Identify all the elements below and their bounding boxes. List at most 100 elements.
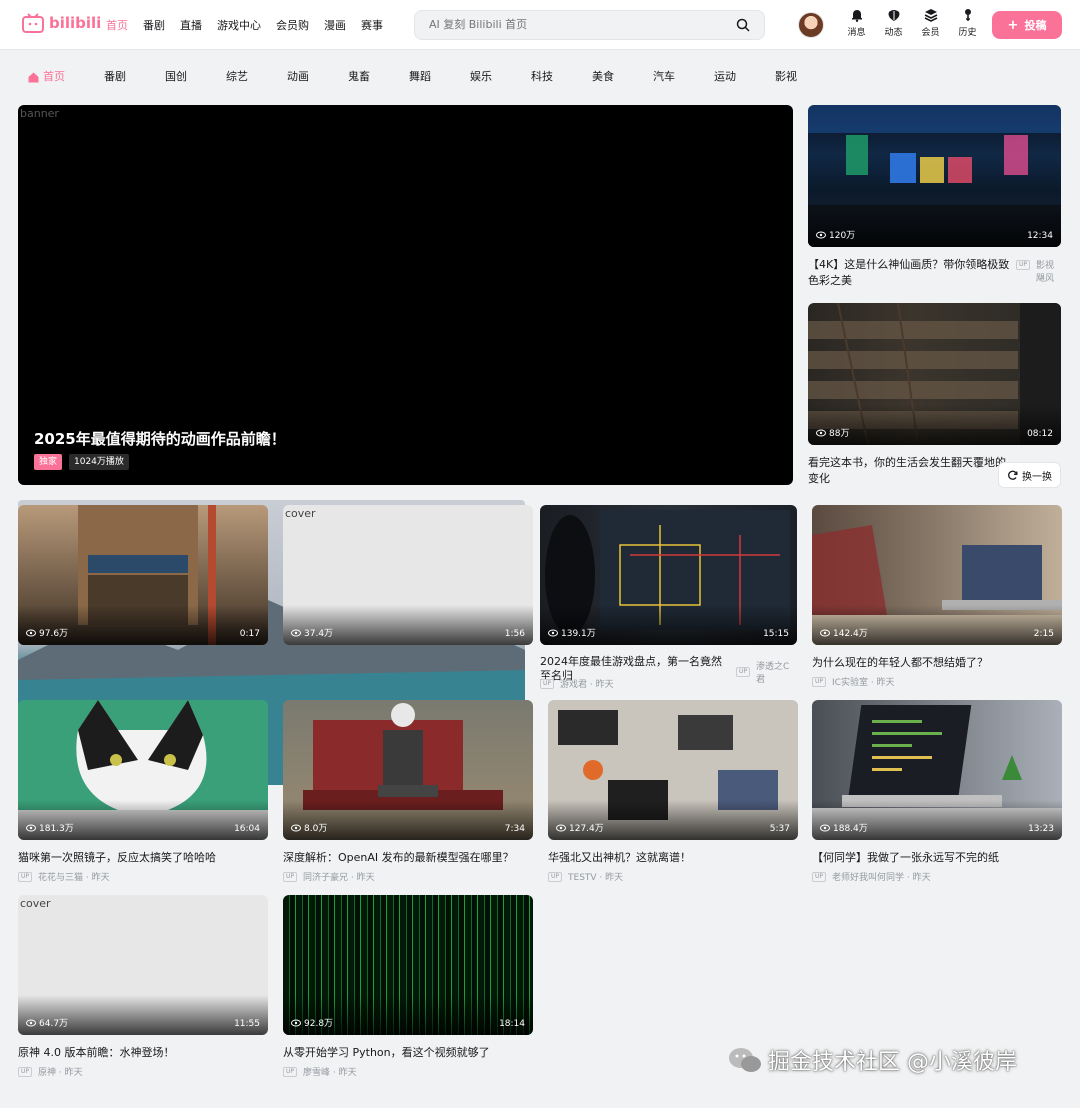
- video-title[interactable]: 看完这本书，你的生活会发生翻天覆地的变化: [808, 455, 1013, 487]
- view-count: 88万: [816, 426, 849, 439]
- nav-home[interactable]: 首页: [106, 17, 128, 33]
- video-card[interactable]: 127.4万 5:37 华强北又出神机？这就离谱！ UP TESTV · 昨天: [548, 700, 798, 883]
- video-meta[interactable]: UP 廖雪峰 · 昨天: [283, 1065, 533, 1078]
- views-text: 97.6万: [39, 629, 69, 639]
- search-input[interactable]: [429, 18, 729, 31]
- video-meta[interactable]: UP 原神 · 昨天: [18, 1065, 268, 1078]
- search-box: [414, 10, 765, 40]
- video-thumbnail[interactable]: 181.3万 16:04: [18, 700, 268, 840]
- history-icon: [964, 9, 971, 21]
- video-thumbnail[interactable]: 188.4万 13:23: [812, 700, 1062, 840]
- nav-match[interactable]: 赛事: [361, 17, 383, 33]
- category-dance[interactable]: 舞蹈: [399, 64, 441, 90]
- meta-text: 花花与三猫 · 昨天: [38, 873, 110, 883]
- video-thumbnail[interactable]: 127.4万 5:37: [548, 700, 798, 840]
- tv-icon: [22, 13, 44, 33]
- video-card[interactable]: 142.4万 2:15 为什么现在的年轻人都不想结婚了？ UP IC实验室 · 昨…: [812, 505, 1062, 688]
- views-text: 142.4万: [833, 629, 868, 639]
- messages-button[interactable]: 消息: [838, 8, 875, 38]
- view-count: 120万: [816, 228, 855, 241]
- category-variety[interactable]: 综艺: [216, 64, 258, 90]
- dynamic-button[interactable]: 动态: [875, 8, 912, 38]
- vip-button[interactable]: 会员: [912, 8, 949, 38]
- video-title[interactable]: 从零开始学习 Python，看这个视频就够了: [283, 1045, 533, 1061]
- video-thumbnail[interactable]: 8.0万 7:34: [283, 700, 533, 840]
- video-meta[interactable]: UP 花花与三猫 · 昨天: [18, 870, 268, 883]
- search-icon[interactable]: [736, 18, 750, 32]
- video-meta[interactable]: UP TESTV · 昨天: [548, 870, 798, 883]
- video-thumbnail[interactable]: 88万 08:12: [808, 303, 1061, 445]
- category-animation[interactable]: 动画: [277, 64, 319, 90]
- nav-shop[interactable]: 会员购: [276, 17, 309, 33]
- category-guochuang[interactable]: 国创: [155, 64, 197, 90]
- view-count: 142.4万: [820, 626, 868, 639]
- video-title[interactable]: 深度解析：OpenAI 发布的最新模型强在哪里？: [283, 850, 533, 866]
- views-text: 8.0万: [304, 824, 328, 834]
- refresh-icon: [1008, 470, 1018, 480]
- video-title[interactable]: 【4K】这是什么神仙画质？带你领略极致色彩之美: [808, 257, 1013, 289]
- video-meta-overlap[interactable]: UP 渗透之C君: [736, 659, 796, 685]
- bilibili-logo[interactable]: bilibili: [22, 13, 101, 33]
- nav-bangumi[interactable]: 番剧: [143, 17, 165, 33]
- nav-manga[interactable]: 漫画: [324, 17, 346, 33]
- up-name[interactable]: UP 影视飓风: [1016, 260, 1061, 286]
- video-meta[interactable]: UP 同济子豪兄 · 昨天: [283, 870, 533, 883]
- video-card[interactable]: cover 37.4万 1:56: [283, 505, 533, 645]
- category-movies[interactable]: 影视: [765, 64, 807, 90]
- video-title[interactable]: 为什么现在的年轻人都不想结婚了？: [812, 655, 1062, 671]
- meta-text: 游戏君 · 昨天: [560, 680, 614, 690]
- refresh-button[interactable]: 换一换: [998, 462, 1061, 488]
- video-card[interactable]: 181.3万 16:04 猫咪第一次照镜子，反应太搞笑了哈哈哈 UP 花花与三猫 …: [18, 700, 268, 883]
- video-card[interactable]: 92.8万 18:14 从零开始学习 Python，看这个视频就够了 UP 廖雪峰…: [283, 895, 533, 1078]
- video-meta[interactable]: UP 游戏君 · 昨天: [540, 677, 614, 690]
- side-video-card[interactable]: 88万 08:12 看完这本书，你的生活会发生翻天覆地的变化: [808, 303, 1061, 487]
- video-meta[interactable]: UP 老师好我叫何同学 · 昨天: [812, 870, 1062, 883]
- messages-label: 消息: [847, 28, 866, 38]
- nav-live[interactable]: 直播: [180, 17, 202, 33]
- view-count: 127.4万: [556, 821, 604, 834]
- thumb-shade: [808, 207, 1061, 247]
- video-card[interactable]: 188.4万 13:23 【何同学】我做了一张永远写不完的纸 UP 老师好我叫何同…: [812, 700, 1062, 883]
- nav-game-center[interactable]: 游戏中心: [217, 17, 261, 33]
- avatar[interactable]: [798, 12, 824, 38]
- views-text: 64.7万: [39, 1019, 69, 1029]
- video-thumbnail[interactable]: 97.6万 0:17: [18, 505, 268, 645]
- video-title[interactable]: 华强北又出神机？这就离谱！: [548, 850, 798, 866]
- category-sports[interactable]: 运动: [704, 64, 746, 90]
- video-meta[interactable]: UP IC实验室 · 昨天: [812, 675, 1062, 688]
- video-thumbnail[interactable]: 120万 12:34: [808, 105, 1061, 247]
- video-card[interactable]: 97.6万 0:17: [18, 505, 268, 645]
- category-bangumi[interactable]: 番剧: [94, 64, 136, 90]
- up-badge: UP: [540, 678, 555, 689]
- meta-text: 渗透之C君: [756, 662, 790, 685]
- video-title[interactable]: 猫咪第一次照镜子，反应太搞笑了哈哈哈: [18, 850, 268, 866]
- video-card[interactable]: 8.0万 7:34 深度解析：OpenAI 发布的最新模型强在哪里？ UP 同济子…: [283, 700, 533, 883]
- category-kichiku[interactable]: 鬼畜: [338, 64, 380, 90]
- category-car[interactable]: 汽车: [643, 64, 685, 90]
- post-button[interactable]: + 投稿: [992, 11, 1062, 39]
- duration: 11:55: [234, 1019, 260, 1029]
- banner-title[interactable]: 2025年最值得期待的动画作品前瞻！: [34, 428, 286, 449]
- video-title[interactable]: 【何同学】我做了一张永远写不完的纸: [812, 850, 1062, 866]
- video-title[interactable]: 原神 4.0 版本前瞻：水神登场！: [18, 1045, 268, 1061]
- side-video-card[interactable]: 120万 12:34 【4K】这是什么神仙画质？带你领略极致色彩之美 UP 影视飓…: [808, 105, 1061, 289]
- category-food[interactable]: 美食: [582, 64, 624, 90]
- cover-alt-text: cover: [285, 507, 316, 520]
- eye-icon: [291, 824, 301, 831]
- thumb-shade: [283, 995, 533, 1035]
- category-entertainment[interactable]: 娱乐: [460, 64, 502, 90]
- video-thumbnail[interactable]: cover 64.7万 11:55: [18, 895, 268, 1035]
- exclusive-badge: 独家: [34, 454, 63, 470]
- category-home[interactable]: 首页: [18, 64, 75, 90]
- video-thumbnail[interactable]: 139.1万 15:15: [540, 505, 797, 645]
- video-thumbnail[interactable]: 92.8万 18:14: [283, 895, 533, 1035]
- thumb-shade: [283, 800, 533, 840]
- video-card[interactable]: cover 64.7万 11:55 原神 4.0 版本前瞻：水神登场！ UP 原神…: [18, 895, 268, 1078]
- video-thumbnail[interactable]: 142.4万 2:15: [812, 505, 1062, 645]
- up-badge: UP: [736, 667, 751, 677]
- video-thumbnail[interactable]: cover 37.4万 1:56: [283, 505, 533, 645]
- video-card[interactable]: 139.1万 15:15 2024年度最佳游戏盘点，第一名竟然至名归 UP 游戏君…: [540, 505, 797, 690]
- category-tech[interactable]: 科技: [521, 64, 563, 90]
- wind-icon: [888, 10, 899, 21]
- history-button[interactable]: 历史: [949, 8, 986, 38]
